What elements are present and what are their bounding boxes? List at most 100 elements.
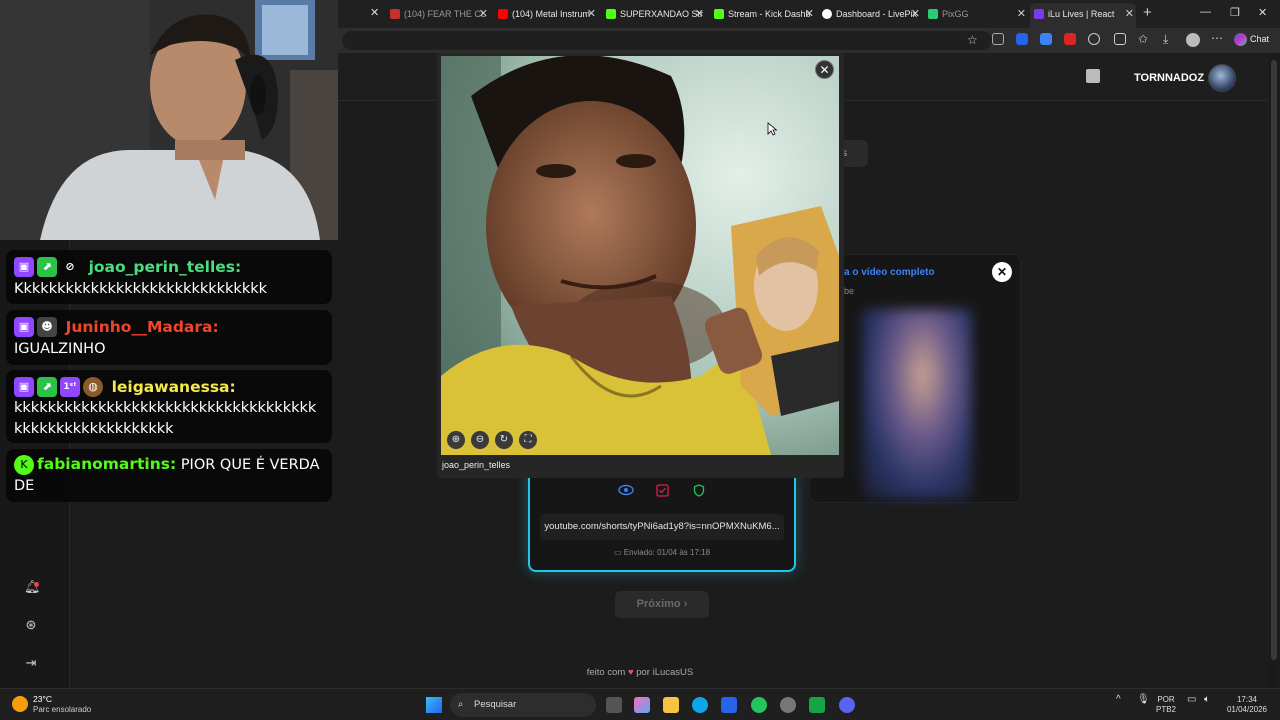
sun-icon [12, 696, 28, 712]
footer: feito com ♥ por iLucasUS [0, 667, 1280, 678]
close-window-icon[interactable]: ✕ [1258, 6, 1267, 19]
app-green-icon[interactable] [809, 697, 825, 713]
profile-avatar-icon[interactable] [1186, 33, 1200, 47]
video-card-subtitle: be [844, 286, 855, 296]
close-tab-icon[interactable]: ✕ [911, 4, 920, 24]
tab-title: (104) FEAR THE CL [404, 9, 486, 19]
download-icon[interactable]: ⤓ [1163, 32, 1168, 47]
chat-message-header: ▣ ⬈ 1ˢᵗ ◍ leigawanessa: [14, 376, 236, 398]
mouse-cursor-icon [767, 122, 777, 136]
heart-icon: ♥ [627, 667, 634, 678]
ilu-favicon-icon [1034, 9, 1044, 19]
fullscreen-button[interactable]: ⛶ [519, 431, 537, 449]
copilot-chat-button[interactable]: Chat [1234, 30, 1269, 48]
discord-icon[interactable] [839, 697, 855, 713]
favorites-icon[interactable]: ✩ [1138, 32, 1148, 46]
browser-tab-6[interactable]: PixGG ✕ [924, 4, 1028, 24]
edge-browser-icon[interactable] [692, 697, 708, 713]
eye-slash-icon: ⊘ [65, 260, 75, 273]
zoom-in-button[interactable]: ⊕ [447, 431, 465, 449]
chat-username: Juninho__Madara: [65, 318, 219, 336]
calendar-icon: ▭ [613, 548, 624, 557]
notification-dot [34, 582, 39, 587]
minimize-icon[interactable]: — [1200, 6, 1211, 18]
chat-message-header: ▣ ☻ Juninho__Madara: [14, 316, 219, 338]
file-explorer-icon[interactable] [663, 697, 679, 713]
kick-icon: K [14, 455, 34, 475]
browser-tab-2[interactable]: (104) Metal Instrum ✕ [494, 4, 598, 24]
chat-message: ▣ ⬈ 1ˢᵗ ◍ leigawanessa: kkkkkkkkkkkkkkkkkkk… [6, 370, 332, 443]
lang-code: POR [1157, 695, 1175, 704]
extension-icon[interactable] [992, 33, 1004, 45]
task-view-icon[interactable] [606, 697, 622, 713]
close-tab-icon[interactable]: ✕ [1017, 4, 1026, 24]
taskbar-search[interactable]: ⌕ Pesquisar [450, 693, 596, 717]
translate-icon[interactable] [1040, 33, 1052, 45]
volume-icon[interactable]: 🔈︎ [1204, 695, 1210, 705]
submitted-photo[interactable] [441, 56, 839, 455]
store-icon[interactable] [721, 697, 737, 713]
kick-favicon-icon [714, 9, 724, 19]
browser-tab-5[interactable]: Dashboard - LivePix ✕ [818, 4, 922, 24]
chat-username: joao_perin_telles: [88, 258, 242, 276]
shield-icon[interactable] [693, 484, 705, 497]
blurred-thumbnail[interactable] [862, 309, 972, 499]
extension-shield-icon[interactable] [1016, 33, 1028, 45]
browser-tab-3[interactable]: SUPERXANDAO Str ✕ [602, 4, 706, 24]
submission-sent-time: ▭ Enviado: 01/04 às 17:18 [530, 548, 794, 557]
chat-label: Chat [1250, 34, 1270, 44]
close-tab-icon[interactable]: ✕ [479, 4, 488, 24]
more-menu-icon[interactable]: ⋯ [1211, 31, 1223, 45]
eye-icon[interactable] [618, 484, 634, 496]
language-indicator[interactable]: POR PTB2 [1156, 695, 1176, 715]
close-tab-icon[interactable]: ✕ [587, 4, 596, 24]
maximize-icon[interactable]: ❐ [1230, 6, 1240, 19]
rotate-button[interactable]: ↻ [495, 431, 513, 449]
chat-message-body: Kfabianomartins: PIOR QUE É VERDADE [14, 454, 324, 497]
username[interactable]: TORNNADOZ [1134, 72, 1204, 84]
close-tab-icon[interactable]: ✕ [370, 6, 379, 19]
user-avatar[interactable] [1208, 64, 1236, 92]
chat-message: ▣ ⬈ ⊘ joao_perin_telles: Kkkkkkkkkkkkkkkkk… [6, 250, 332, 304]
address-bar[interactable] [342, 31, 992, 50]
favorite-star-icon[interactable]: ☆ [967, 33, 978, 47]
app-icon[interactable] [780, 697, 796, 713]
search-label: Pesquisar [474, 699, 517, 710]
submission-url[interactable]: youtube.com/shorts/tyPNi6ad1y8?is=nnOPMX… [540, 514, 784, 540]
extension-red-icon[interactable] [1064, 33, 1076, 45]
network-icon[interactable]: ▭ [1187, 695, 1196, 705]
microphone-icon[interactable]: 🎙︎ [1137, 695, 1150, 705]
video-card-close-button[interactable]: ✕ [992, 262, 1012, 282]
tray-chevron-icon[interactable]: ^ [1116, 695, 1121, 705]
copilot-app-icon[interactable] [634, 697, 650, 713]
whatsapp-icon[interactable] [751, 697, 767, 713]
browser-tab-active[interactable]: iLu Lives | React ✕ [1030, 3, 1136, 28]
windows-start-icon[interactable] [426, 697, 442, 713]
support-icon[interactable]: ⊛ [24, 618, 38, 632]
chat-text: kkkkkkkkkkkkkkkkkkkkkkkkkkkkkkkkkkkkkkkk… [14, 400, 317, 437]
twitch-icon: ▣ [14, 317, 34, 337]
modal-close-button[interactable]: ✕ [815, 60, 834, 79]
scrollbar-thumb[interactable] [1271, 60, 1277, 660]
submission-card: youtube.com/shorts/tyPNi6ad1y8?is=nnOPMX… [528, 470, 796, 572]
photo-illustration [441, 56, 839, 455]
gift-icon[interactable] [1086, 69, 1100, 83]
close-tab-icon[interactable]: ✕ [1125, 3, 1134, 25]
check-square-icon[interactable] [656, 484, 669, 497]
close-tab-icon[interactable]: ✕ [695, 4, 704, 24]
webcam-feed [0, 0, 338, 240]
extensions-puzzle-icon[interactable] [1114, 33, 1126, 45]
close-icon: ✕ [819, 63, 830, 77]
zoom-out-icon: ⊖ [475, 434, 485, 445]
chat-username: fabianomartins: [37, 455, 177, 473]
new-tab-button[interactable]: + [1143, 5, 1152, 21]
next-button[interactable]: Próximo › [615, 591, 709, 618]
close-tab-icon[interactable]: ✕ [805, 4, 814, 24]
browser-tab-4[interactable]: Stream - Kick Dashb ✕ [710, 4, 816, 24]
browser-tab-1[interactable]: (104) FEAR THE CL ✕ [386, 4, 490, 24]
clock[interactable]: 17:34 01/04/2026 [1222, 695, 1272, 715]
video-card-title[interactable]: a o vídeo completo [844, 267, 935, 278]
zoom-out-button[interactable]: ⊖ [471, 431, 489, 449]
refresh-extension-icon[interactable] [1088, 33, 1100, 45]
chat-text: IGUALZINHO [14, 341, 106, 357]
